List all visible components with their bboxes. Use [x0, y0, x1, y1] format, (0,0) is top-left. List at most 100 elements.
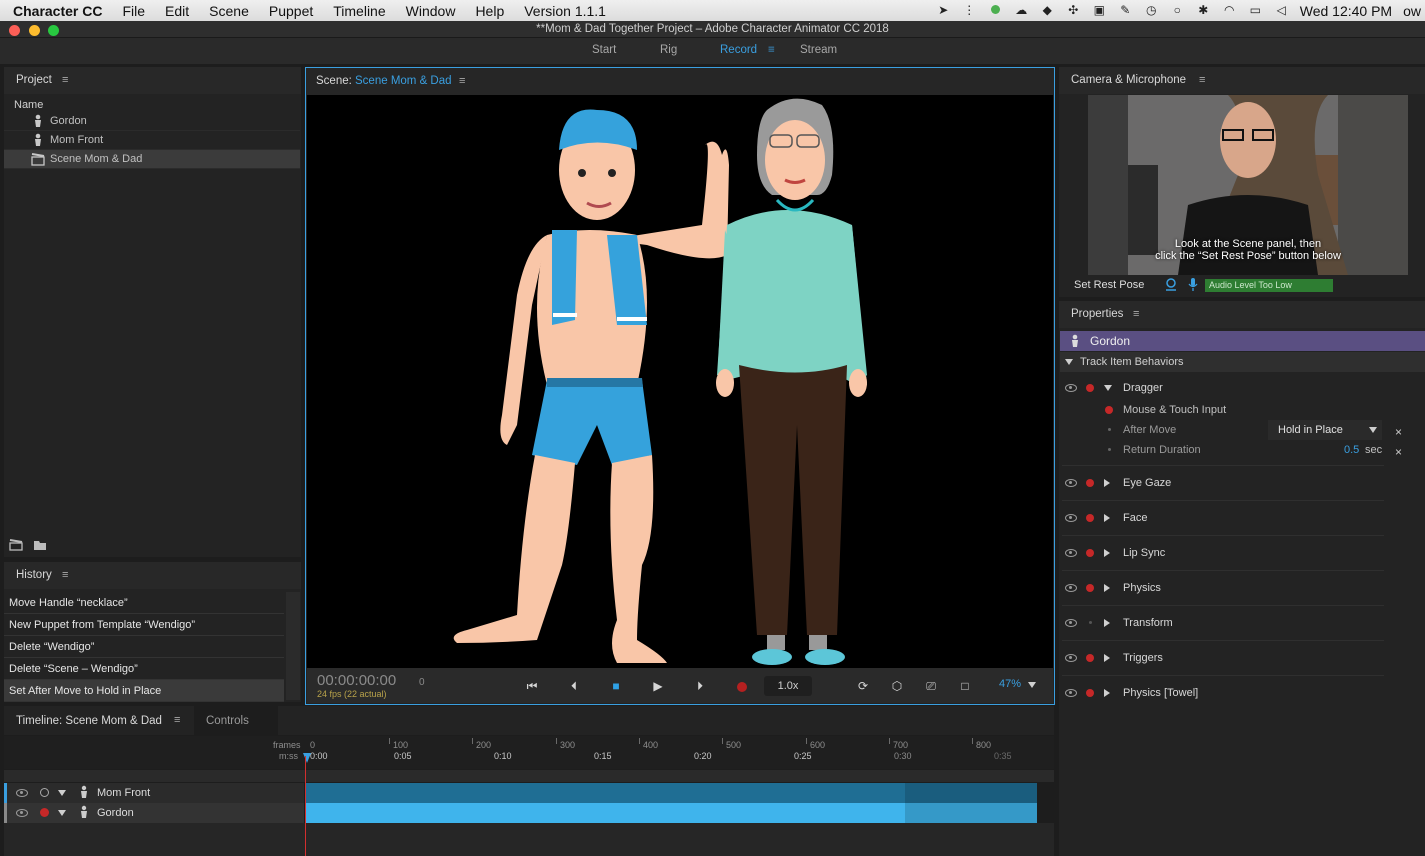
timeline-ruler[interactable]: frames m:ss 0 100 200 300 400 500 600 70…	[4, 736, 1054, 769]
workspace-menu-icon[interactable]: ≡	[768, 44, 775, 56]
timeline-title[interactable]: Timeline: Scene Mom & Dad	[16, 715, 162, 727]
arm-record-icon[interactable]	[1086, 689, 1094, 697]
evernote-icon[interactable]: ✎	[1118, 4, 1133, 17]
camera-menu-icon[interactable]: ≡	[1199, 74, 1205, 86]
dropbox-icon[interactable]: ◆	[1040, 4, 1055, 17]
record-button[interactable]	[737, 682, 747, 692]
menu-version[interactable]: Version 1.1.1	[514, 3, 616, 19]
history-item-selected[interactable]: Set After Move to Hold in Place	[4, 680, 284, 702]
history-item[interactable]: Delete “Scene – Wendigo”	[4, 658, 284, 680]
playback-speed[interactable]: 1.0x	[764, 676, 812, 696]
project-item-mom-front[interactable]: Mom Front	[4, 131, 300, 150]
reset-after-move-icon[interactable]: ×	[1395, 425, 1402, 439]
menu-timeline[interactable]: Timeline	[323, 3, 395, 19]
cast-icon[interactable]: ▣	[1092, 4, 1107, 17]
arm-record-icon[interactable]	[1086, 479, 1094, 487]
timeline-menu-icon[interactable]: ≡	[174, 714, 180, 726]
history-item[interactable]: Move Handle “necklace”	[4, 592, 284, 614]
expand-triangle-icon[interactable]	[1104, 514, 1110, 522]
history-item[interactable]: New Puppet from Template “Wendigo”	[4, 614, 284, 636]
time-machine-icon[interactable]: ◷	[1144, 4, 1159, 17]
behavior-eye-gaze[interactable]: Eye Gaze	[1062, 467, 1384, 501]
behavior-physics[interactable]: Physics	[1062, 572, 1384, 606]
eye-icon[interactable]	[1065, 514, 1077, 522]
eye-icon[interactable]	[1065, 479, 1077, 487]
eye-icon[interactable]	[1065, 689, 1077, 697]
eye-icon[interactable]	[16, 789, 28, 797]
location-arrow-icon[interactable]: ➤	[936, 4, 951, 17]
arm-record-icon[interactable]	[40, 808, 49, 817]
new-scene-icon[interactable]	[9, 539, 23, 551]
project-menu-icon[interactable]: ≡	[62, 74, 68, 86]
loop-icon[interactable]: ⟳	[855, 678, 871, 694]
stream-output-icon[interactable]: ⎚	[923, 678, 939, 694]
eye-icon[interactable]	[16, 809, 28, 817]
eye-icon[interactable]	[1065, 619, 1077, 627]
airplay-icon[interactable]: ▭	[1248, 4, 1263, 17]
eye-icon[interactable]	[1065, 549, 1077, 557]
wifi-icon[interactable]: ◠	[1222, 4, 1237, 17]
zoom-level[interactable]: 47%	[999, 678, 1021, 690]
workspace-start[interactable]: Start	[592, 44, 616, 56]
after-move-dropdown[interactable]: Hold in Place	[1268, 420, 1382, 440]
properties-menu-icon[interactable]: ≡	[1133, 308, 1139, 320]
menubar-clock[interactable]: Wed 12:40 PM	[1300, 3, 1392, 19]
expand-triangle-icon[interactable]	[1104, 689, 1110, 697]
track-gordon[interactable]: Gordon	[4, 803, 304, 823]
arm-toggle-icon[interactable]	[40, 788, 49, 797]
return-duration-value[interactable]: 0.5	[1344, 444, 1359, 456]
stop-icon[interactable]: ■	[608, 678, 624, 694]
history-scrollbar[interactable]	[286, 592, 300, 700]
eye-icon[interactable]	[1065, 584, 1077, 592]
collapse-triangle-icon[interactable]	[58, 790, 66, 796]
new-folder-icon[interactable]	[33, 539, 47, 551]
arm-disabled-icon[interactable]	[1089, 621, 1092, 624]
expand-triangle-icon[interactable]	[1104, 549, 1110, 557]
physics-icon[interactable]: ⬡	[889, 678, 905, 694]
track-item-behaviors-header[interactable]: Track Item Behaviors	[1060, 352, 1425, 372]
eye-icon[interactable]	[1065, 654, 1077, 662]
pinwheel-icon[interactable]: ✣	[1066, 4, 1081, 17]
menu-app-name[interactable]: Character CC	[0, 3, 112, 19]
history-menu-icon[interactable]: ≡	[62, 569, 68, 581]
dots-icon[interactable]: ⋮	[962, 4, 977, 17]
set-rest-pose-button[interactable]: Set Rest Pose	[1074, 279, 1144, 291]
arm-record-icon[interactable]	[1105, 406, 1113, 414]
reset-return-duration-icon[interactable]: ×	[1395, 445, 1402, 459]
menu-scene[interactable]: Scene	[199, 3, 259, 19]
arm-record-icon[interactable]	[1086, 549, 1094, 557]
track-mom-front[interactable]: Mom Front	[4, 783, 304, 803]
behavior-face[interactable]: Face	[1062, 502, 1384, 536]
puppet-name-header[interactable]: Gordon	[1060, 331, 1425, 351]
behavior-physics-towel[interactable]: Physics [Towel]	[1062, 677, 1384, 711]
creative-cloud-icon[interactable]: ☁	[1014, 4, 1029, 17]
workspace-rig[interactable]: Rig	[660, 44, 677, 56]
fit-view-icon[interactable]: □	[957, 678, 973, 694]
camera-toggle-icon[interactable]	[1165, 278, 1177, 291]
workspace-record[interactable]: Record	[720, 44, 757, 56]
play-icon[interactable]: ▶	[650, 678, 666, 694]
menu-edit[interactable]: Edit	[155, 3, 199, 19]
expand-triangle-icon[interactable]	[1104, 619, 1110, 627]
behavior-transform[interactable]: Transform	[1062, 607, 1384, 641]
menu-file[interactable]: File	[112, 3, 155, 19]
project-name-column[interactable]: Name	[14, 99, 43, 111]
collapse-triangle-icon[interactable]	[1104, 385, 1112, 391]
menubar-user[interactable]: ow	[1403, 3, 1421, 19]
microphone-icon[interactable]	[1188, 278, 1198, 291]
go-to-start-icon[interactable]: ⏮	[524, 678, 540, 694]
arm-record-icon[interactable]	[1086, 584, 1094, 592]
expand-triangle-icon[interactable]	[1104, 479, 1110, 487]
arm-record-icon[interactable]	[1086, 384, 1094, 392]
step-back-icon[interactable]: ⏴	[566, 678, 582, 694]
eye-icon[interactable]	[1065, 384, 1077, 392]
project-item-scene[interactable]: Scene Mom & Dad	[4, 150, 300, 169]
history-item[interactable]: Delete “Wendigo”	[4, 636, 284, 658]
menu-puppet[interactable]: Puppet	[259, 3, 323, 19]
arm-record-icon[interactable]	[1086, 514, 1094, 522]
expand-triangle-icon[interactable]	[1104, 654, 1110, 662]
collapse-triangle-icon[interactable]	[1065, 359, 1073, 365]
step-forward-icon[interactable]: ⏵	[692, 678, 708, 694]
behavior-lip-sync[interactable]: Lip Sync	[1062, 537, 1384, 571]
volume-icon[interactable]: ◁	[1274, 4, 1289, 17]
